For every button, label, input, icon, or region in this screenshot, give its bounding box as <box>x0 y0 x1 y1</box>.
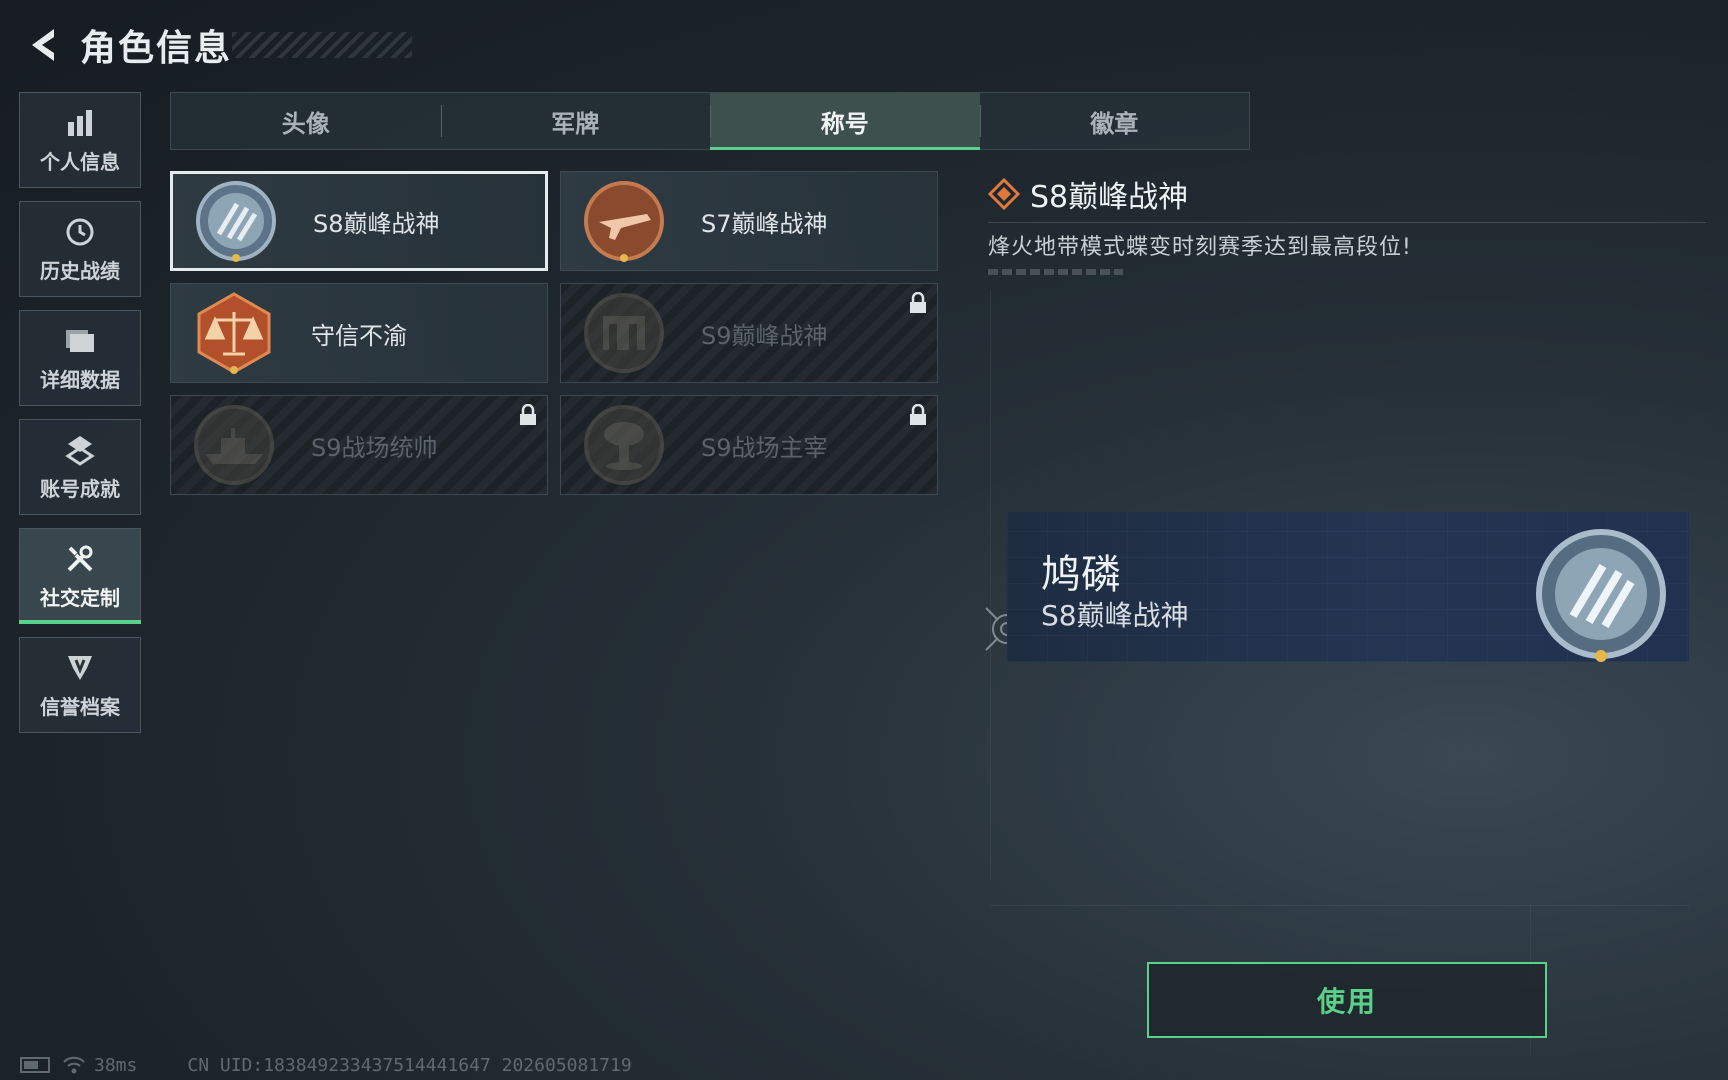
title-card-faithful[interactable]: 守信不渝 <box>170 283 548 383</box>
sidebar-item-details[interactable]: 详细数据 <box>19 310 141 406</box>
sidebar-item-label: 个人信息 <box>40 149 120 174</box>
use-button-label: 使用 <box>1316 985 1377 1018</box>
detail-title: S8巅峰战神 <box>1030 180 1189 215</box>
grid-line <box>990 290 991 880</box>
sidebar: 个人信息 历史战绩 详细数据 账号成就 社交定制 信誉档案 <box>19 92 143 746</box>
sidebar-item-social-custom[interactable]: 社交定制 <box>19 528 141 624</box>
title-card-name: S7巅峰战神 <box>701 209 828 238</box>
title-card-s9-commander[interactable]: S9战场统帅 <box>170 395 548 495</box>
lock-icon <box>520 404 536 425</box>
tab-title[interactable]: 称号 <box>710 93 980 150</box>
detail-header: S8巅峰战神 <box>988 172 1708 216</box>
tab-avatar[interactable]: 头像 <box>171 93 441 149</box>
category-tabs: 头像 军牌 称号 徽章 <box>170 92 1250 150</box>
back-arrow-icon <box>32 29 54 61</box>
sidebar-item-label: 历史战绩 <box>40 258 120 283</box>
title-card-s7-peak[interactable]: S7巅峰战神 <box>560 171 938 271</box>
wifi-icon <box>63 1056 85 1074</box>
preview-player-name: 鸠磷 <box>1041 552 1121 598</box>
steel-wing-emblem-icon <box>193 178 279 264</box>
folder-icon <box>63 324 97 358</box>
title-card-s8-peak[interactable]: S8巅峰战神 <box>170 171 548 271</box>
divider <box>988 222 1706 223</box>
achievement-medal-icon <box>63 433 97 467</box>
rifle-emblem-icon <box>581 178 667 264</box>
detail-description: 烽火地带模式蝶变时刻赛季达到最高段位! <box>988 235 1412 260</box>
title-card-s9-dominator[interactable]: S9战场主宰 <box>560 395 938 495</box>
title-card-s9-peak[interactable]: S9巅峰战神 <box>560 283 938 383</box>
sidebar-item-history[interactable]: 历史战绩 <box>19 201 141 297</box>
steel-wing-emblem-icon <box>1536 529 1666 662</box>
battery-icon <box>20 1057 50 1073</box>
credit-shield-icon <box>63 651 97 685</box>
back-button[interactable] <box>20 23 64 67</box>
tab-badge[interactable]: 徽章 <box>979 93 1250 149</box>
lock-icon <box>910 292 926 313</box>
mushroom-cloud-emblem-icon <box>581 402 667 488</box>
page-header: 角色信息 <box>20 20 413 70</box>
warship-emblem-icon <box>191 402 277 488</box>
title-grid: S8巅峰战神 S7巅峰战神 守信不渝 S9巅峰战神 S9战场统帅 S9战场主宰 <box>170 171 938 495</box>
sidebar-item-achievements[interactable]: 账号成就 <box>19 419 141 515</box>
building-emblem-icon <box>581 290 667 376</box>
sidebar-item-label: 社交定制 <box>40 585 120 610</box>
title-card-name: S9巅峰战神 <box>701 321 828 350</box>
preview-title: S8巅峰战神 <box>1041 599 1189 632</box>
scales-emblem-icon <box>191 290 277 376</box>
use-button[interactable]: 使用 <box>1147 962 1547 1038</box>
title-card-name: S9战场主宰 <box>701 433 828 462</box>
history-clock-icon <box>63 215 97 249</box>
page-title: 角色信息 <box>80 28 233 69</box>
ping-value: 38ms <box>94 1054 138 1076</box>
tools-icon <box>63 542 97 576</box>
title-preview-card: 鸠磷 S8巅峰战神 <box>1007 512 1689 662</box>
status-bar: 38ms CN UID:183849233437514441647 202605… <box>20 1050 632 1080</box>
title-decoration <box>232 32 413 58</box>
title-card-name: S9战场统帅 <box>311 433 438 462</box>
bar-chart-icon <box>63 106 97 140</box>
sidebar-item-personal-info[interactable]: 个人信息 <box>19 92 141 188</box>
detail-decoration <box>988 269 1123 275</box>
sidebar-item-label: 账号成就 <box>40 476 120 501</box>
title-card-name: 守信不渝 <box>311 321 407 350</box>
grid-line <box>990 905 1690 906</box>
tab-dog-tag[interactable]: 军牌 <box>440 93 711 149</box>
lock-icon <box>910 404 926 425</box>
sidebar-item-label: 详细数据 <box>40 367 120 392</box>
sidebar-item-label: 信誉档案 <box>40 694 120 719</box>
uid-text: CN UID:183849233437514441647 20260508171… <box>187 1054 632 1076</box>
diamond-rank-icon <box>988 178 1020 210</box>
sidebar-item-credit[interactable]: 信誉档案 <box>19 637 141 733</box>
title-detail-panel: S8巅峰战神 烽火地带模式蝶变时刻赛季达到最高段位! <box>988 172 1708 275</box>
title-card-name: S8巅峰战神 <box>313 209 440 238</box>
